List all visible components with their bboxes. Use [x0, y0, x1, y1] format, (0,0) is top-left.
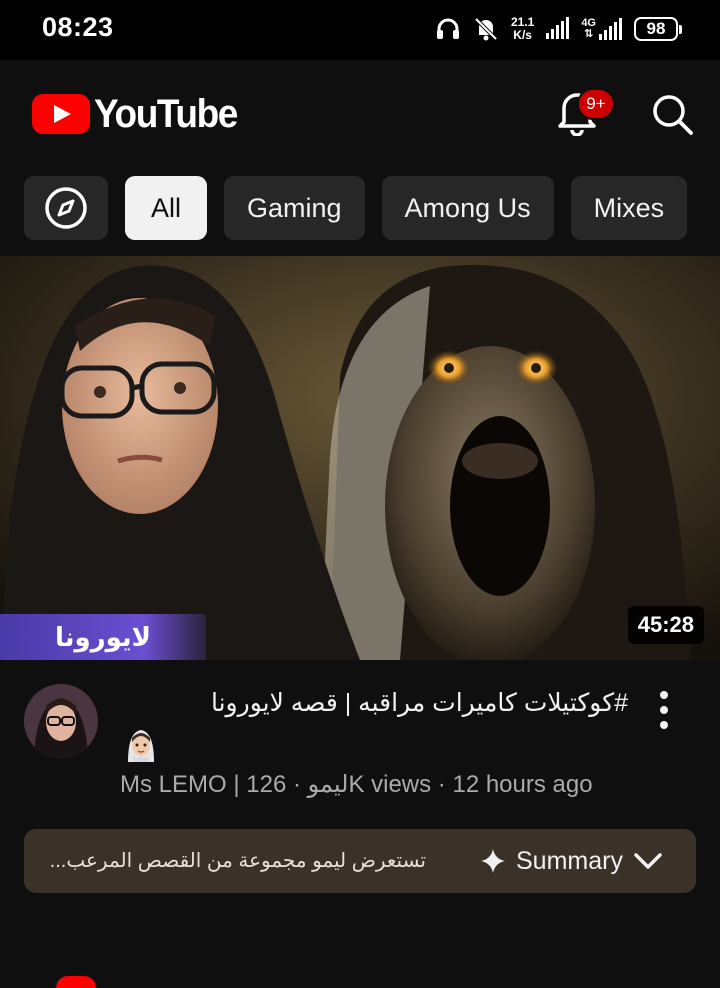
- video-duration: 45:28: [627, 606, 704, 644]
- net-speed-unit: K/s: [513, 28, 532, 42]
- next-item-peek: [56, 976, 96, 988]
- channel-avatar[interactable]: [24, 684, 98, 758]
- status-icons: 21.1 K/s 4G ⇅ 98: [435, 12, 682, 46]
- more-options-icon[interactable]: [650, 688, 678, 732]
- avatar-image: [24, 684, 98, 758]
- notification-badge: 9+: [577, 88, 615, 120]
- video-thumbnail[interactable]: لايورونا 45:28: [0, 256, 720, 660]
- status-bar: 08:23 21.1 K/s 4G ⇅ 98: [0, 0, 720, 60]
- youtube-play-icon: [32, 94, 90, 134]
- logo-text: YouTube: [94, 91, 238, 136]
- youtube-logo[interactable]: YouTube: [32, 91, 238, 136]
- chevron-down-icon: [634, 853, 662, 869]
- compass-icon: [45, 187, 87, 229]
- headphones-icon: [436, 18, 459, 39]
- app-header: YouTube 9+: [0, 60, 720, 168]
- search-icon[interactable]: [648, 90, 696, 138]
- lte-signal-icon: 4G ⇅: [581, 18, 622, 40]
- filter-chips: All Gaming Among Us Mixes: [24, 176, 720, 240]
- chip-mixes[interactable]: Mixes: [570, 176, 688, 240]
- summary-preview-text: تستعرض ليمو مجموعة من القصص المرعب...: [49, 850, 426, 872]
- status-time: 08:23: [42, 12, 114, 42]
- summary-label: Summary: [516, 846, 623, 875]
- sparkle-icon: [481, 849, 505, 873]
- thumbnail-caption: لايورونا: [0, 614, 206, 660]
- chip-among-us[interactable]: Among Us: [381, 176, 554, 240]
- chip-all[interactable]: All: [125, 176, 207, 240]
- video-meta: Ms LEMO | ليمو · 126K views · 12 hours a…: [120, 771, 593, 798]
- net-speed: 21.1 K/s: [511, 16, 534, 42]
- chip-gaming[interactable]: Gaming: [224, 176, 365, 240]
- bride-emoji-icon: [128, 730, 154, 762]
- thumbnail-image: [0, 256, 720, 660]
- battery-icon: 98: [634, 17, 682, 41]
- bell-off-icon: [474, 17, 498, 41]
- explore-chip[interactable]: [24, 176, 108, 240]
- summary-bar[interactable]: تستعرض ليمو مجموعة من القصص المرعب... Su…: [24, 829, 696, 893]
- battery-level: 98: [634, 17, 678, 41]
- network-type-label: 4G ⇅: [581, 17, 596, 40]
- video-title[interactable]: #كوكتيلات كاميرات مراقبه | قصه لايورونا: [118, 686, 628, 720]
- signal-icon: [546, 17, 570, 39]
- summary-button[interactable]: Summary: [480, 843, 663, 879]
